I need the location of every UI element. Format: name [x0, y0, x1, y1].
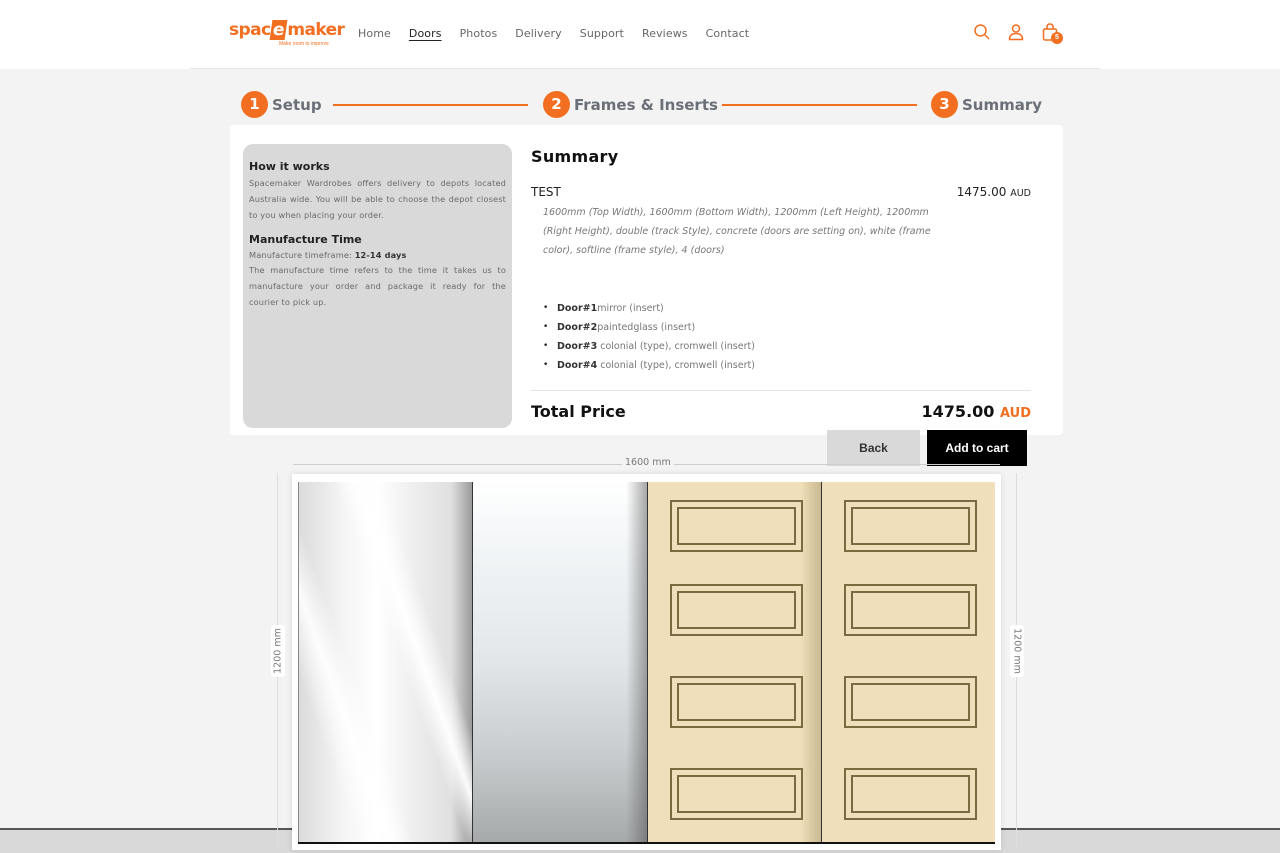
step-setup[interactable]: 1 Setup — [241, 91, 322, 118]
logo-wordmark: spacemaker — [229, 20, 345, 40]
door-list-item: Door#1mirror (insert) — [543, 299, 755, 318]
step-label: Setup — [272, 95, 322, 114]
info-panel: How it works Spacemaker Wardrobes offers… — [243, 144, 512, 428]
logo-tagline: Make room to improve — [279, 41, 329, 47]
door-label: Door#2 — [557, 322, 598, 333]
door-panel — [669, 676, 803, 728]
summary-title: Summary — [531, 147, 619, 166]
logo-highlight: e — [270, 20, 288, 40]
left-height-text: 1200 mm — [272, 628, 284, 674]
door-3-colonial[interactable] — [646, 482, 821, 842]
nav-photos[interactable]: Photos — [460, 27, 498, 40]
wardrobe-frame — [292, 474, 1001, 850]
door-list: Door#1mirror (insert) Door#2paintedglass… — [543, 299, 755, 375]
main-nav: Home Doors Photos Delivery Support Revie… — [358, 27, 767, 40]
summary-item: TEST 1475.00 AUD 1600mm (Top Width), 160… — [531, 185, 1031, 466]
nav-contact[interactable]: Contact — [706, 27, 750, 40]
total-price-currency: AUD — [999, 406, 1031, 421]
header-divider — [190, 68, 1100, 69]
step-connector — [333, 104, 528, 106]
total-price: 1475.00 AUD — [922, 402, 1031, 421]
manufacture-time-text: The manufacture time refers to the time … — [249, 265, 506, 307]
step-connector — [722, 104, 917, 106]
timeframe-value: 12-14 days — [354, 250, 407, 260]
width-dimension-label: 1600 mm — [622, 457, 674, 468]
step-number: 3 — [931, 91, 958, 118]
door-panel — [843, 500, 977, 552]
door-panel — [669, 500, 803, 552]
step-number: 2 — [543, 91, 570, 118]
progress-steps: 1 Setup 2 Frames & Inserts 3 Summary — [241, 91, 1042, 119]
manufacture-timeframe: Manufacture timeframe: 12-14 days — [249, 248, 506, 262]
door-detail: paintedglass (insert) — [597, 322, 696, 333]
item-description: 1600mm (Top Width), 1600mm (Bottom Width… — [543, 207, 931, 256]
item-price-value: 1475.00 — [956, 185, 1007, 199]
item-price-currency: AUD — [1010, 188, 1031, 199]
step-label: Frames & Inserts — [574, 95, 718, 114]
left-height-label: 1200 mm — [271, 625, 285, 677]
step-label: Summary — [962, 95, 1043, 114]
door-panel — [843, 676, 977, 728]
manufacture-time-title: Manufacture Time — [249, 233, 362, 246]
wardrobe-preview: 1600 mm 1200 mm 1200 mm — [0, 445, 1280, 853]
door-panel — [669, 584, 803, 636]
door-1-mirror[interactable] — [298, 482, 473, 842]
summary-card: How it works Spacemaker Wardrobes offers… — [230, 125, 1063, 466]
nav-home[interactable]: Home — [358, 27, 391, 40]
logo[interactable]: spacemaker Make room to improve — [229, 20, 345, 52]
door-4-colonial[interactable] — [820, 482, 995, 842]
site-header: spacemaker Make room to improve Home Doo… — [0, 0, 1280, 69]
nav-support[interactable]: Support — [580, 27, 624, 40]
step-number: 1 — [241, 91, 268, 118]
door-2-painted-glass[interactable] — [472, 482, 647, 842]
door-set — [298, 482, 995, 844]
door-list-item: Door#4 colonial (type), cromwell (insert… — [543, 356, 755, 375]
search-icon[interactable] — [972, 22, 992, 44]
door-panel — [843, 584, 977, 636]
logo-suffix: maker — [287, 20, 345, 40]
cart-count-badge: 5 — [1051, 32, 1063, 44]
door-list-item: Door#3 colonial (type), cromwell (insert… — [543, 337, 755, 356]
step-frames-inserts[interactable]: 2 Frames & Inserts — [543, 91, 718, 118]
header-actions: 5 — [972, 22, 1063, 44]
order-summary: Summary TEST 1475.00 AUD 1600mm (Top Wid… — [531, 147, 1031, 466]
door-detail: mirror (insert) — [597, 303, 664, 314]
item-price: 1475.00 AUD — [957, 185, 1031, 199]
right-height-text: 1200 mm — [1011, 628, 1023, 674]
door-label: Door#3 — [557, 341, 598, 352]
summary-divider — [531, 390, 1031, 391]
door-list-item: Door#2paintedglass (insert) — [543, 318, 755, 337]
how-it-works-text: Spacemaker Wardrobes offers delivery to … — [249, 178, 506, 220]
nav-doors[interactable]: Doors — [409, 27, 442, 40]
account-icon[interactable] — [1006, 22, 1026, 44]
total-price-label: Total Price — [531, 402, 626, 421]
door-detail: colonial (type), cromwell (insert) — [597, 360, 755, 371]
timeframe-label: Manufacture timeframe: — [249, 250, 352, 260]
step-summary[interactable]: 3 Summary — [931, 91, 1042, 118]
door-panel — [669, 768, 803, 820]
cart-icon[interactable]: 5 — [1040, 22, 1063, 44]
nav-delivery[interactable]: Delivery — [515, 27, 561, 40]
total-price-value: 1475.00 — [921, 402, 995, 421]
nav-reviews[interactable]: Reviews — [642, 27, 688, 40]
logo-prefix: spac — [229, 20, 271, 40]
door-panel — [843, 768, 977, 820]
how-it-works-title: How it works — [249, 160, 330, 173]
door-label: Door#1 — [557, 303, 598, 314]
door-label: Door#4 — [557, 360, 598, 371]
right-height-label: 1200 mm — [1010, 625, 1024, 677]
door-detail: colonial (type), cromwell (insert) — [597, 341, 755, 352]
